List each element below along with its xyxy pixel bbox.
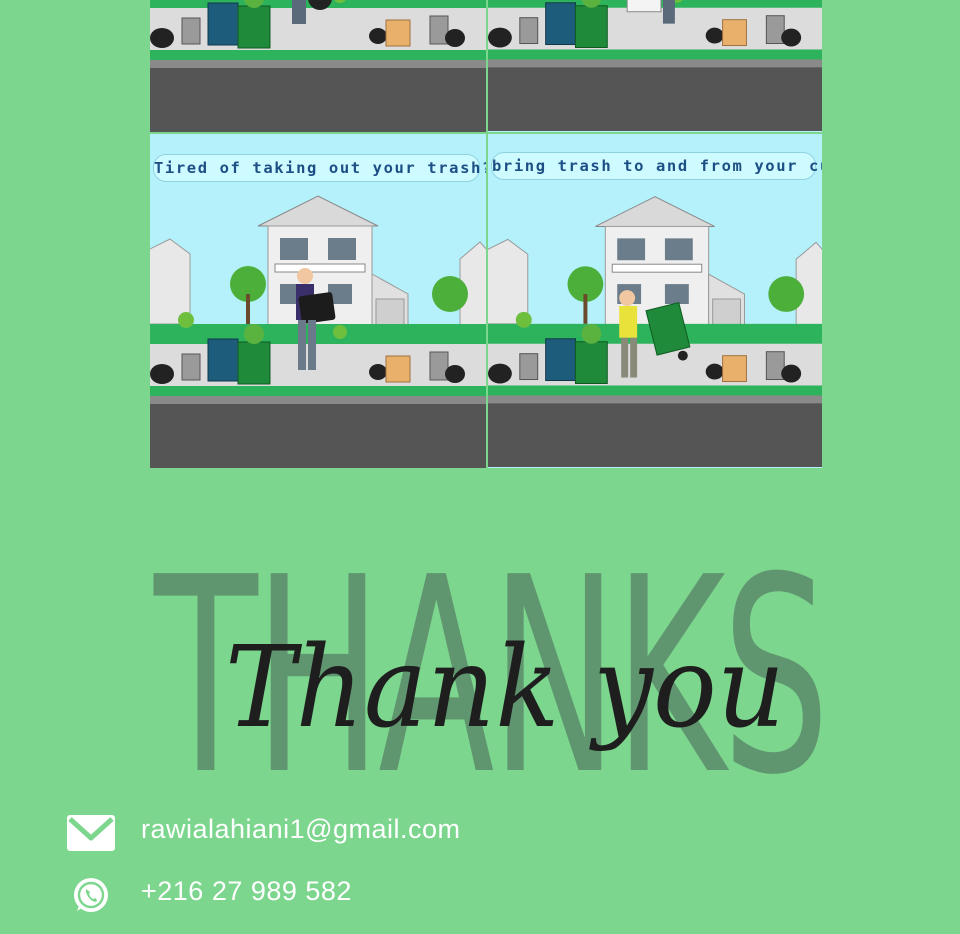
street-scene-illustration bbox=[150, 134, 486, 468]
envelope-icon bbox=[67, 815, 115, 851]
thank-you-script: Thank you bbox=[225, 623, 785, 753]
comic-panel-1 bbox=[150, 0, 486, 132]
email-link[interactable]: rawialahiani1@gmail.com bbox=[141, 814, 461, 845]
phone-row bbox=[72, 870, 110, 920]
thanks-graphic: THANKS Thank you bbox=[150, 556, 830, 806]
email-row bbox=[66, 808, 116, 858]
panel-caption: Tired of taking out your trash? bbox=[153, 154, 486, 182]
comic-panel-4: bring trash to and from your curb bbox=[488, 134, 822, 468]
panel-caption: bring trash to and from your curb bbox=[491, 152, 822, 180]
comic-panel-3: Tired of taking out your trash? bbox=[150, 134, 486, 468]
street-scene-illustration bbox=[488, 134, 822, 468]
whatsapp-icon bbox=[74, 878, 108, 912]
street-scene-illustration bbox=[488, 0, 822, 132]
comic-panel-2 bbox=[488, 0, 822, 132]
phone-link[interactable]: +216 27 989 582 bbox=[141, 876, 352, 907]
street-scene-illustration bbox=[150, 0, 486, 132]
